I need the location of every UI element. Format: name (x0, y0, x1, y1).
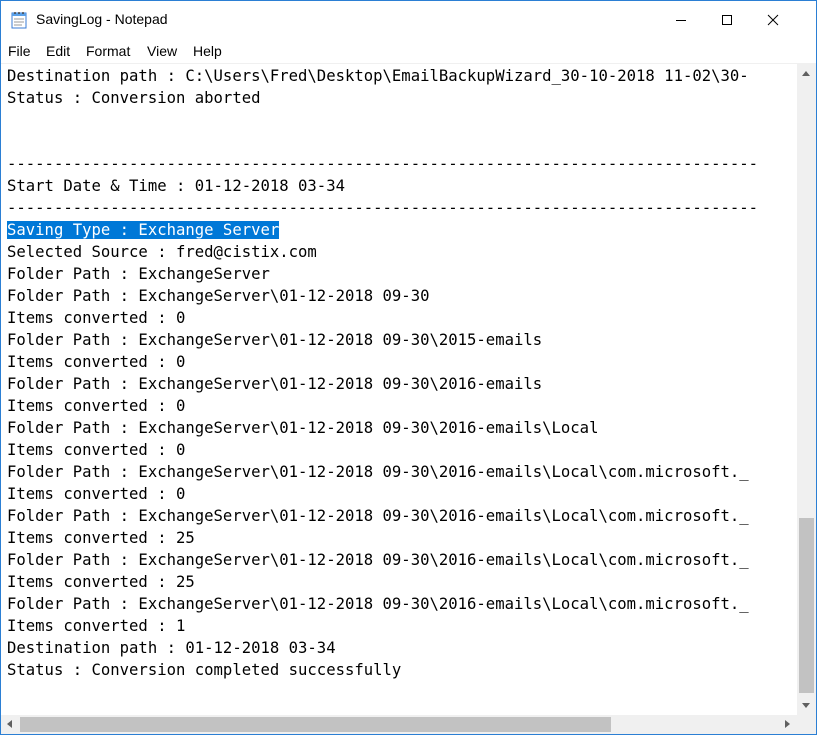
text-line[interactable]: Folder Path : ExchangeServer\01-12-2018 … (7, 417, 598, 439)
text-line[interactable]: Folder Path : ExchangeServer\01-12-2018 … (7, 373, 542, 395)
text-line[interactable]: Folder Path : ExchangeServer\01-12-2018 … (7, 593, 749, 615)
line-text: ----------------------------------------… (7, 199, 759, 217)
text-line[interactable]: Start Date & Time : 01-12-2018 03-34 (7, 175, 345, 197)
text-line[interactable]: Saving Type : Exchange Server (7, 219, 280, 241)
line-text: Items converted : 1 (7, 617, 186, 635)
line-text: Folder Path : ExchangeServer\01-12-2018 … (7, 375, 543, 393)
horizontal-scrollbar[interactable] (1, 715, 797, 734)
menu-file[interactable]: File (8, 43, 31, 59)
line-text: Start Date & Time : 01-12-2018 03-34 (7, 177, 345, 195)
text-line[interactable]: Status : Conversion completed successful… (7, 659, 401, 681)
text-line[interactable]: Items converted : 0 (7, 483, 185, 505)
maximize-icon (722, 15, 732, 25)
line-text: Folder Path : ExchangeServer\01-12-2018 … (7, 595, 749, 613)
text-line[interactable]: Selected Source : fred@cistix.com (7, 241, 317, 263)
close-button[interactable] (750, 1, 796, 39)
line-text: Selected Source : fred@cistix.com (7, 243, 317, 261)
maximize-button[interactable] (704, 1, 750, 39)
scroll-left-icon[interactable] (7, 720, 12, 728)
line-text: Folder Path : ExchangeServer\01-12-2018 … (7, 331, 543, 349)
notepad-window: SavingLog - Notepad File Edit Format Vie… (0, 0, 817, 735)
line-text: Items converted : 0 (7, 353, 186, 371)
text-line[interactable]: ----------------------------------------… (7, 153, 758, 175)
text-line[interactable]: Folder Path : ExchangeServer\01-12-2018 … (7, 505, 749, 527)
minimize-button[interactable] (658, 1, 704, 39)
menu-view[interactable]: View (147, 43, 177, 59)
text-line[interactable]: Folder Path : ExchangeServer\01-12-2018 … (7, 549, 749, 571)
text-line[interactable]: Items converted : 0 (7, 395, 185, 417)
text-line[interactable]: Items converted : 1 (7, 615, 185, 637)
notepad-icon[interactable] (11, 11, 27, 29)
vertical-scroll-thumb[interactable] (799, 518, 814, 693)
text-line[interactable]: Items converted : 0 (7, 307, 185, 329)
menu-bar: File Edit Format View Help (1, 39, 816, 63)
minimize-icon (676, 20, 686, 21)
line-text: Folder Path : ExchangeServer\01-12-2018 … (7, 287, 430, 305)
text-line[interactable]: Items converted : 25 (7, 571, 195, 593)
line-text: Items converted : 0 (7, 441, 186, 459)
close-icon (767, 14, 779, 26)
line-text: Folder Path : ExchangeServer\01-12-2018 … (7, 463, 749, 481)
text-line[interactable]: Items converted : 25 (7, 527, 195, 549)
menu-edit[interactable]: Edit (46, 43, 70, 59)
horizontal-scroll-thumb[interactable] (20, 717, 611, 732)
line-text: Items converted : 0 (7, 309, 186, 327)
text-line[interactable]: Destination path : C:\Users\Fred\Desktop… (7, 65, 749, 87)
menu-format[interactable]: Format (86, 43, 130, 59)
line-text: Destination path : C:\Users\Fred\Desktop… (7, 67, 749, 85)
scrollbar-corner (797, 715, 816, 734)
text-line[interactable]: ----------------------------------------… (7, 197, 758, 219)
line-text: Items converted : 25 (7, 573, 195, 591)
scroll-up-icon[interactable] (802, 71, 810, 76)
line-text: ----------------------------------------… (7, 155, 759, 173)
line-text: Items converted : 0 (7, 485, 186, 503)
selected-text: Saving Type : Exchange Server (7, 221, 280, 239)
line-text: Status : Conversion completed successful… (7, 661, 402, 679)
text-line[interactable]: Folder Path : ExchangeServer\01-12-2018 … (7, 285, 429, 307)
line-text: Folder Path : ExchangeServer\01-12-2018 … (7, 507, 749, 525)
text-line[interactable]: Folder Path : ExchangeServer (7, 263, 270, 285)
line-text: Folder Path : ExchangeServer (7, 265, 270, 283)
line-text: Folder Path : ExchangeServer\01-12-2018 … (7, 551, 749, 569)
menu-help[interactable]: Help (193, 43, 222, 59)
line-text: Items converted : 25 (7, 529, 195, 547)
scroll-right-icon[interactable] (785, 720, 790, 728)
text-line[interactable]: Folder Path : ExchangeServer\01-12-2018 … (7, 461, 749, 483)
text-line[interactable]: Items converted : 0 (7, 439, 185, 461)
text-line[interactable]: Destination path : 01-12-2018 03-34 (7, 637, 336, 659)
vertical-scrollbar[interactable] (797, 63, 816, 715)
line-text: Folder Path : ExchangeServer\01-12-2018 … (7, 419, 599, 437)
text-line[interactable]: Status : Conversion aborted (7, 87, 260, 109)
text-line[interactable]: Items converted : 0 (7, 351, 185, 373)
line-text: Status : Conversion aborted (7, 89, 261, 107)
title-bar[interactable]: SavingLog - Notepad (1, 1, 816, 39)
text-editor-area[interactable]: Destination path : C:\Users\Fred\Desktop… (1, 63, 797, 716)
window-title: SavingLog - Notepad (36, 11, 168, 27)
scroll-down-icon[interactable] (802, 703, 810, 708)
line-text: Items converted : 0 (7, 397, 186, 415)
line-text: Destination path : 01-12-2018 03-34 (7, 639, 336, 657)
text-line[interactable]: Folder Path : ExchangeServer\01-12-2018 … (7, 329, 542, 351)
